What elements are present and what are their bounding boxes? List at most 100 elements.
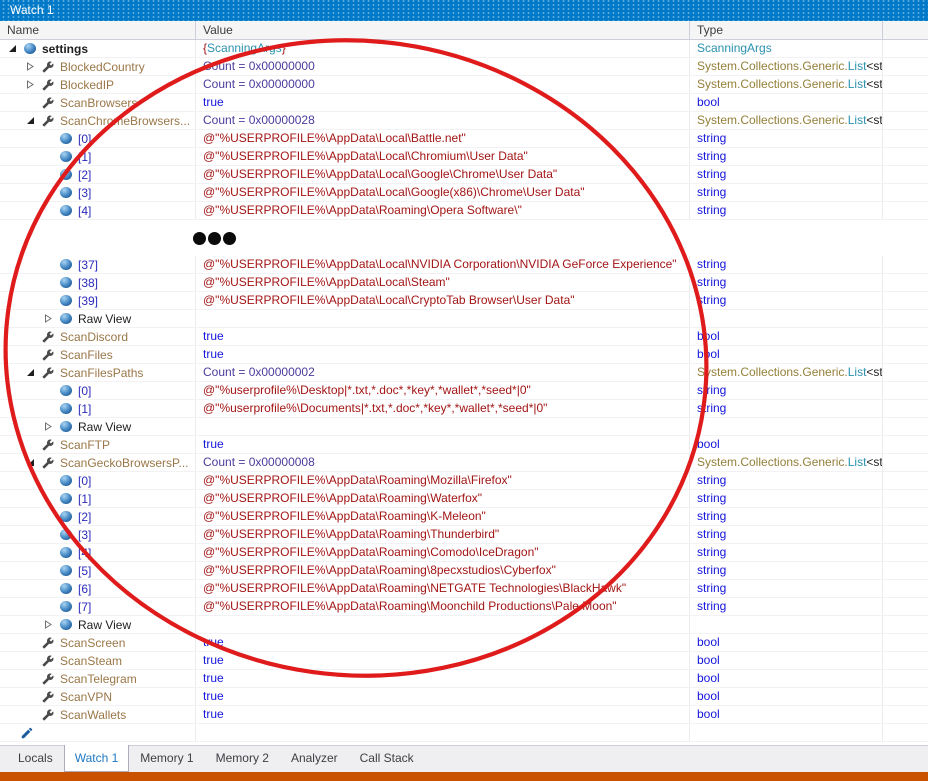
tab-locals[interactable]: Locals	[7, 745, 64, 772]
type-cell: bool	[690, 634, 883, 651]
value-cell[interactable]	[196, 616, 690, 633]
watch-row[interactable]: ScanChromeBrowsers...Count = 0x00000028S…	[0, 112, 928, 130]
value-cell[interactable]: true	[196, 436, 690, 453]
value-cell[interactable]: @"%USERPROFILE%\AppData\Roaming\Thunderb…	[196, 526, 690, 543]
expander-expanded-icon[interactable]	[26, 368, 41, 377]
expander-collapsed-icon[interactable]	[44, 314, 59, 323]
value-cell[interactable]: @"%userprofile%\Desktop|*.txt,*.doc*,*ke…	[196, 382, 690, 399]
watch-row[interactable]: [6]@"%USERPROFILE%\AppData\Roaming\NETGA…	[0, 580, 928, 598]
watch-row[interactable]: settings{ScanningArgs}ScanningArgs	[0, 40, 928, 58]
value-cell[interactable]: @"%USERPROFILE%\AppData\Roaming\Comodo\I…	[196, 544, 690, 561]
watch-row[interactable]: [3]@"%USERPROFILE%\AppData\Local\Google(…	[0, 184, 928, 202]
tool-window-titlebar[interactable]: Watch 1	[0, 0, 928, 21]
value-cell[interactable]: true	[196, 328, 690, 345]
tab-watch-1[interactable]: Watch 1	[64, 745, 130, 772]
member-sphere-icon	[59, 187, 73, 198]
value-cell[interactable]: Count = 0x00000000	[196, 76, 690, 93]
tab-memory-2[interactable]: Memory 2	[205, 745, 280, 772]
expander-expanded-icon[interactable]	[26, 458, 41, 467]
expander-collapsed-icon[interactable]	[44, 422, 59, 431]
value-cell[interactable]	[196, 310, 690, 327]
watch-row[interactable]: ScanFTPtruebool	[0, 436, 928, 454]
watch-row[interactable]: [0]@"%userprofile%\Desktop|*.txt,*.doc*,…	[0, 382, 928, 400]
value-cell[interactable]: @"%USERPROFILE%\AppData\Roaming\Mozilla\…	[196, 472, 690, 489]
watch-row[interactable]: ScanWalletstruebool	[0, 706, 928, 724]
watch-row[interactable]: BlockedCountryCount = 0x00000000System.C…	[0, 58, 928, 76]
member-sphere-icon	[59, 421, 73, 432]
value-cell[interactable]: {ScanningArgs}	[196, 40, 690, 57]
value-cell[interactable]: Count = 0x00000002	[196, 364, 690, 381]
watch-row[interactable]: ScanSteamtruebool	[0, 652, 928, 670]
expander-expanded-icon[interactable]	[8, 44, 23, 53]
value-cell[interactable]: @"%USERPROFILE%\AppData\Local\Google(x86…	[196, 184, 690, 201]
watch-row[interactable]: [3]@"%USERPROFILE%\AppData\Roaming\Thund…	[0, 526, 928, 544]
watch-row[interactable]: [2]@"%USERPROFILE%\AppData\Local\Google\…	[0, 166, 928, 184]
watch-row[interactable]: [2]@"%USERPROFILE%\AppData\Roaming\K-Mel…	[0, 508, 928, 526]
value-cell[interactable]: Count = 0x00000028	[196, 112, 690, 129]
tab-memory-1[interactable]: Memory 1	[129, 745, 204, 772]
tab-analyzer[interactable]: Analyzer	[280, 745, 349, 772]
watch-type-text: string	[697, 563, 726, 577]
watch-row[interactable]: [1]@"%userprofile%\Documents|*.txt,*.doc…	[0, 400, 928, 418]
watch-row[interactable]: [4]@"%USERPROFILE%\AppData\Roaming\Comod…	[0, 544, 928, 562]
watch-row[interactable]: Raw View	[0, 616, 928, 634]
value-cell[interactable]: @"%USERPROFILE%\AppData\Roaming\NETGATE …	[196, 580, 690, 597]
value-cell[interactable]: @"%USERPROFILE%\AppData\Local\CryptoTab …	[196, 292, 690, 309]
value-cell[interactable]: @"%USERPROFILE%\AppData\Local\Battle.net…	[196, 130, 690, 147]
value-cell[interactable]: true	[196, 670, 690, 687]
expander-collapsed-icon[interactable]	[26, 62, 41, 71]
value-cell[interactable]: @"%USERPROFILE%\AppData\Roaming\K-Meleon…	[196, 508, 690, 525]
expander-collapsed-icon[interactable]	[44, 620, 59, 629]
watch-row[interactable]: BlockedIPCount = 0x00000000System.Collec…	[0, 76, 928, 94]
value-cell[interactable]: true	[196, 652, 690, 669]
value-cell[interactable]: Count = 0x00000008	[196, 454, 690, 471]
watch-row[interactable]: Raw View	[0, 310, 928, 328]
value-cell[interactable]: true	[196, 634, 690, 651]
watch-row[interactable]: [7]@"%USERPROFILE%\AppData\Roaming\Moonc…	[0, 598, 928, 616]
watch-row[interactable]: Raw View	[0, 418, 928, 436]
value-cell[interactable]	[196, 418, 690, 435]
value-cell[interactable]: true	[196, 706, 690, 723]
add-watch-row[interactable]	[0, 724, 928, 742]
watch-row[interactable]: [0]@"%USERPROFILE%\AppData\Local\Battle.…	[0, 130, 928, 148]
watch-row[interactable]: ScanGeckoBrowsersP...Count = 0x00000008S…	[0, 454, 928, 472]
watch-value-text: @"%USERPROFILE%\AppData\Roaming\NETGATE …	[203, 581, 626, 595]
value-cell[interactable]	[196, 724, 690, 741]
column-header-type[interactable]: Type	[690, 21, 883, 39]
column-header-value[interactable]: Value	[196, 21, 690, 39]
expander-expanded-icon[interactable]	[26, 116, 41, 125]
name-cell: [0]	[0, 130, 196, 147]
watch-row[interactable]: [1]@"%USERPROFILE%\AppData\Local\Chromiu…	[0, 148, 928, 166]
value-cell[interactable]: @"%USERPROFILE%\AppData\Roaming\8pecxstu…	[196, 562, 690, 579]
value-cell[interactable]: @"%USERPROFILE%\AppData\Local\NVIDIA Cor…	[196, 256, 690, 273]
watch-row[interactable]: ScanDiscordtruebool	[0, 328, 928, 346]
watch-row[interactable]: [5]@"%USERPROFILE%\AppData\Roaming\8pecx…	[0, 562, 928, 580]
row-spacer-cell	[883, 274, 928, 291]
watch-row[interactable]: [37]@"%USERPROFILE%\AppData\Local\NVIDIA…	[0, 256, 928, 274]
value-cell[interactable]: @"%USERPROFILE%\AppData\Roaming\Moonchil…	[196, 598, 690, 615]
watch-row[interactable]: ScanTelegramtruebool	[0, 670, 928, 688]
value-cell[interactable]: @"%USERPROFILE%\AppData\Roaming\Opera So…	[196, 202, 690, 219]
value-cell[interactable]: @"%userprofile%\Documents|*.txt,*.doc*,*…	[196, 400, 690, 417]
value-cell[interactable]: @"%USERPROFILE%\AppData\Local\Chromium\U…	[196, 148, 690, 165]
watch-row[interactable]: [4]@"%USERPROFILE%\AppData\Roaming\Opera…	[0, 202, 928, 220]
watch-row[interactable]: [38]@"%USERPROFILE%\AppData\Local\Steam"…	[0, 274, 928, 292]
watch-row[interactable]: ScanScreentruebool	[0, 634, 928, 652]
watch-row[interactable]: ScanVPNtruebool	[0, 688, 928, 706]
tab-call-stack[interactable]: Call Stack	[349, 745, 425, 772]
expander-collapsed-icon[interactable]	[26, 80, 41, 89]
value-cell[interactable]: @"%USERPROFILE%\AppData\Local\Steam"	[196, 274, 690, 291]
watch-row[interactable]: ScanFilestruebool	[0, 346, 928, 364]
watch-row[interactable]: ScanBrowserstruebool	[0, 94, 928, 112]
value-cell[interactable]: @"%USERPROFILE%\AppData\Local\Google\Chr…	[196, 166, 690, 183]
value-cell[interactable]: Count = 0x00000000	[196, 58, 690, 75]
value-cell[interactable]: true	[196, 688, 690, 705]
value-cell[interactable]: @"%USERPROFILE%\AppData\Roaming\Waterfox…	[196, 490, 690, 507]
watch-row[interactable]: [0]@"%USERPROFILE%\AppData\Roaming\Mozil…	[0, 472, 928, 490]
watch-row[interactable]: ScanFilesPathsCount = 0x00000002System.C…	[0, 364, 928, 382]
column-header-name[interactable]: Name	[0, 21, 196, 39]
watch-row[interactable]: [39]@"%USERPROFILE%\AppData\Local\Crypto…	[0, 292, 928, 310]
watch-row[interactable]: [1]@"%USERPROFILE%\AppData\Roaming\Water…	[0, 490, 928, 508]
value-cell[interactable]: true	[196, 94, 690, 111]
value-cell[interactable]: true	[196, 346, 690, 363]
